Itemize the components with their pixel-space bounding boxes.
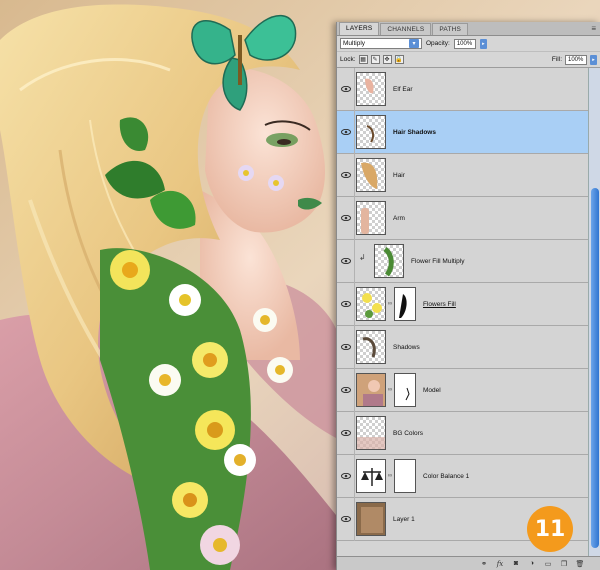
blend-mode-dropdown[interactable]: Multiply ▾ (340, 38, 422, 49)
mask-link-icon[interactable]: ∞ (386, 301, 394, 307)
visibility-eye-icon[interactable] (337, 196, 355, 240)
layer-row[interactable]: ∞ Flowers Fill (337, 282, 589, 326)
layer-name: Model (423, 386, 441, 394)
adjustment-icon[interactable]: ◑ (527, 560, 537, 567)
opacity-field[interactable]: 100% (453, 38, 476, 49)
layer-thumbnail (356, 287, 386, 321)
layer-name: Hair (393, 171, 405, 179)
lock-fill-row: Lock: ▦ ✎ ✥ 🔒 Fill: 100% ▸ (337, 52, 600, 68)
fill-slider-button[interactable]: ▸ (590, 54, 597, 65)
layer-thumbnail (356, 115, 386, 149)
trash-icon[interactable]: 🗑 (575, 560, 585, 568)
new-layer-icon[interactable]: ❐ (559, 560, 569, 568)
lock-label: Lock: (340, 56, 356, 63)
layer-name: Arm (393, 214, 405, 222)
chevron-down-icon: ▾ (409, 39, 419, 48)
layer-row[interactable]: Elf Ear (337, 68, 589, 111)
visibility-eye-icon[interactable] (337, 497, 355, 541)
lock-position-icon[interactable]: ✥ (382, 55, 392, 64)
panel-tab-bar: LAYERS CHANNELS PATHS ≡ (337, 22, 600, 36)
panel-footer: ⚭ fx ◙ ◑ ▭ ❐ 🗑 (337, 556, 600, 570)
layer-thumbnail (356, 201, 386, 235)
mask-icon[interactable]: ◙ (511, 560, 521, 567)
layers-panel: LAYERS CHANNELS PATHS ≡ Multiply ▾ Opaci… (336, 22, 600, 570)
visibility-eye-icon[interactable] (337, 68, 355, 111)
visibility-eye-icon[interactable] (337, 325, 355, 369)
layer-row[interactable]: ∞ Model (337, 368, 589, 412)
tab-channels[interactable]: CHANNELS (380, 23, 432, 35)
visibility-eye-icon[interactable] (337, 239, 355, 283)
layer-name: BG Colors (393, 429, 423, 437)
visibility-eye-icon[interactable] (337, 110, 355, 154)
tab-paths[interactable]: PATHS (432, 23, 469, 35)
layer-row[interactable]: ↲ Flower Fill Multiply (337, 239, 589, 283)
layer-name: Elf Ear (393, 85, 413, 93)
panel-menu-icon[interactable]: ≡ (591, 24, 596, 33)
lock-all-icon[interactable]: 🔒 (394, 55, 404, 64)
layer-thumbnail (356, 72, 386, 106)
layer-thumbnail (356, 416, 386, 450)
step-number-badge: 11 (527, 506, 573, 552)
visibility-eye-icon[interactable] (337, 282, 355, 326)
color-balance-adjustment-icon (356, 459, 386, 493)
layers-scrollbar[interactable] (588, 68, 600, 556)
tab-layers[interactable]: LAYERS (339, 22, 380, 35)
fx-icon[interactable]: fx (495, 560, 505, 568)
layer-row[interactable]: Hair (337, 153, 589, 197)
layer-thumbnail (356, 373, 386, 407)
layer-thumbnail (356, 330, 386, 364)
layer-name: Layer 1 (393, 515, 415, 523)
layer-name: Flowers Fill (423, 300, 456, 308)
lock-transparent-pixels-icon[interactable]: ▦ (358, 55, 368, 64)
blend-opacity-row: Multiply ▾ Opacity: 100% ▸ (337, 36, 600, 52)
layer-row[interactable]: ∞ Color Balance 1 (337, 454, 589, 498)
layer-name: Color Balance 1 (423, 472, 470, 480)
folder-icon[interactable]: ▭ (543, 560, 553, 568)
opacity-slider-button[interactable]: ▸ (479, 38, 487, 49)
layer-thumbnail (356, 502, 386, 536)
opacity-label: Opacity: (426, 40, 450, 47)
layer-thumbnail (374, 244, 404, 278)
layer-mask-thumbnail[interactable] (394, 373, 416, 407)
layer-mask-thumbnail[interactable] (394, 287, 416, 321)
layer-name: Flower Fill Multiply (411, 257, 465, 265)
visibility-eye-icon[interactable] (337, 411, 355, 455)
layer-row[interactable]: Arm (337, 196, 589, 240)
clipping-mask-arrow-icon: ↲ (359, 253, 366, 262)
layer-thumbnail (356, 158, 386, 192)
fill-label: Fill: (551, 56, 562, 63)
fill-field[interactable]: 100% (565, 54, 587, 65)
blend-mode-value: Multiply (343, 40, 366, 47)
layer-row[interactable]: BG Colors (337, 411, 589, 455)
mask-link-icon[interactable]: ∞ (386, 387, 394, 393)
lock-image-pixels-icon[interactable]: ✎ (370, 55, 380, 64)
link-icon[interactable]: ⚭ (479, 560, 489, 568)
mask-link-icon[interactable]: ∞ (386, 473, 394, 479)
visibility-eye-icon[interactable] (337, 153, 355, 197)
scrollbar-thumb[interactable] (591, 188, 599, 548)
layer-row[interactable]: Hair Shadows (337, 110, 589, 154)
layer-mask-thumbnail[interactable] (394, 459, 416, 493)
layers-list: Elf Ear Hair Shadows Hair Arm ↲ Flower F… (337, 68, 589, 556)
layer-name: Shadows (393, 343, 420, 351)
layer-name: Hair Shadows (393, 128, 436, 136)
layer-row[interactable]: Shadows (337, 325, 589, 369)
visibility-eye-icon[interactable] (337, 368, 355, 412)
visibility-eye-icon[interactable] (337, 454, 355, 498)
